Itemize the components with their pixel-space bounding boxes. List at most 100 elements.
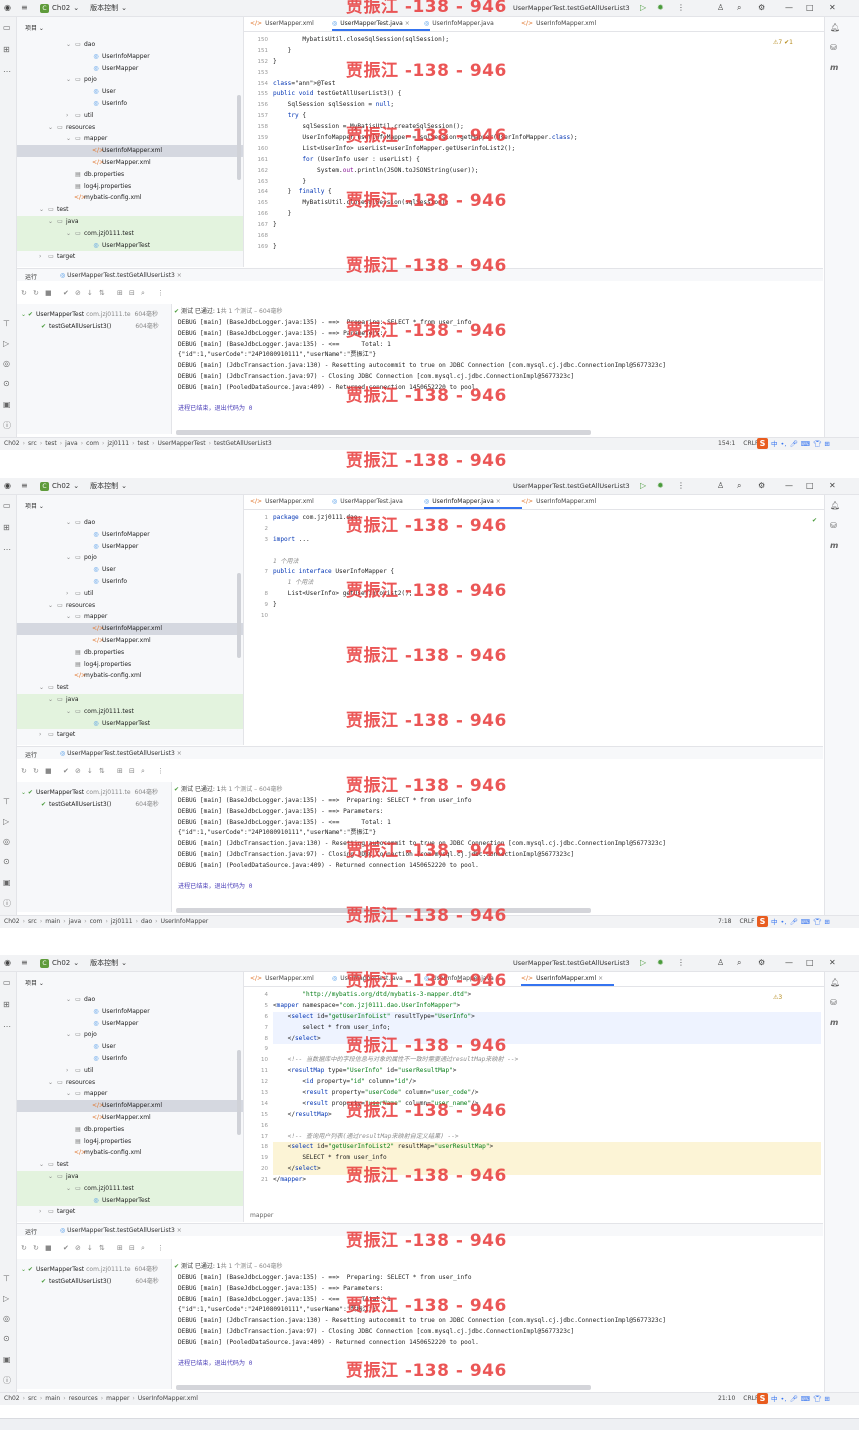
collapse-icon[interactable]: ⊟ (129, 1244, 135, 1252)
tree-node[interactable]: </>mybatis-config.xml (17, 192, 243, 204)
breadcrumb-item[interactable]: jzj0111 (111, 918, 133, 925)
terminal-window-icon[interactable]: ▣ (3, 878, 11, 887)
terminal-icon[interactable]: ⊤ (3, 319, 10, 328)
breadcrumb-item[interactable]: src (28, 1395, 37, 1402)
mic-icon[interactable]: 🎤︎ (789, 918, 797, 926)
scrollbar-thumb[interactable] (237, 95, 241, 180)
sort-duration-icon[interactable]: ⇅ (99, 767, 105, 775)
run-icon[interactable]: ▷ (640, 958, 646, 967)
run-tool-icon[interactable]: ▷ (3, 817, 9, 826)
tree-node[interactable]: ◎ UserInfoMapper (17, 51, 243, 63)
project-switcher[interactable]: C Ch02 ⌄ 版本控制 ⌄ (40, 958, 127, 968)
grid-icon[interactable]: ⊞ (824, 1395, 829, 1403)
tree-node[interactable]: ◎ UserInfo (17, 1053, 243, 1065)
project-header[interactable]: 项目 ⌄ (25, 23, 44, 32)
tree-node[interactable]: ⌄ ▭ test (17, 204, 243, 216)
mic-icon[interactable]: 🎤︎ (789, 1395, 797, 1403)
chinese-mode-icon[interactable]: 中 (771, 1395, 778, 1403)
settings-icon[interactable]: ⚙ (758, 3, 765, 12)
maximize-icon[interactable]: □ (806, 958, 814, 967)
editor-tab[interactable]: </> UserMapper.xml (250, 975, 314, 982)
editor-tab[interactable]: </> UserInfoMapper.xml (521, 498, 596, 505)
more-icon[interactable]: ⋮ (157, 767, 164, 775)
structure-icon[interactable]: ⊞ (3, 1000, 10, 1009)
editor-tab[interactable]: </> UserInfoMapper.xml (521, 20, 596, 27)
notifications-icon[interactable]: 🔔︎ (830, 501, 840, 510)
notifications-icon[interactable]: 🔔︎ (830, 23, 840, 32)
line-separator[interactable]: CRLF (739, 918, 754, 925)
vcs-menu[interactable]: 版本控制 (90, 481, 118, 491)
expand-icon[interactable]: ⊞ (117, 1244, 123, 1252)
stop-icon[interactable]: ■ (45, 1244, 52, 1252)
punctuation-icon[interactable]: •, (781, 918, 787, 926)
project-header[interactable]: 项目 ⌄ (25, 501, 44, 510)
main-menu-icon[interactable]: ≡ (21, 3, 28, 12)
sort-icon[interactable]: ↓ (87, 289, 93, 297)
tree-node[interactable]: ⌄ ▭ java (17, 1170, 243, 1183)
tree-node[interactable]: </>UserMapper.xml (17, 1112, 243, 1124)
breadcrumb-item[interactable]: main (45, 1395, 60, 1402)
breadcrumb-item[interactable]: com (86, 440, 99, 447)
tree-node[interactable]: ◎ UserInfo (17, 576, 243, 588)
test-suite-node[interactable]: ⌄ ✔ UserMapperTest com.jzj0111.te 604毫秒 (21, 309, 158, 318)
tree-node[interactable]: ◎ UserMapper (17, 63, 243, 75)
search-icon[interactable]: ⌕ (141, 767, 145, 776)
maven-icon[interactable]: m (830, 1018, 838, 1027)
run-configuration-selector[interactable]: UserMapperTest.testGetAllUserList3 (513, 959, 630, 967)
run-tool-icon[interactable]: ▷ (3, 339, 9, 348)
tree-node[interactable]: ⌄ ▭ mapper (17, 611, 243, 623)
info-icon[interactable]: ⓘ (3, 1375, 11, 1386)
notifications-icon[interactable]: 🔔︎ (830, 978, 840, 987)
maven-icon[interactable]: m (830, 63, 838, 72)
breadcrumb-item[interactable]: src (28, 918, 37, 925)
breadcrumb-item[interactable]: test (138, 440, 150, 447)
rerun-failed-icon[interactable]: ↻ (33, 1244, 39, 1252)
tree-node[interactable]: › ▭ util (17, 588, 243, 600)
tree-node[interactable]: ▤ db.properties (17, 1124, 243, 1136)
info-icon[interactable]: ⓘ (3, 898, 11, 909)
search-icon[interactable]: ⌕ (141, 1244, 145, 1253)
show-ignored-icon[interactable]: ⊘ (75, 1244, 81, 1252)
tree-node[interactable]: ⌄ ▭ mapper (17, 133, 243, 145)
tree-node[interactable]: ⌄ ▭ com.jzj0111.test (17, 227, 243, 240)
tree-node[interactable]: </>UserMapper.xml (17, 635, 243, 647)
run-tool-icon[interactable]: ▷ (3, 1294, 9, 1303)
punctuation-icon[interactable]: •, (781, 1395, 787, 1403)
breadcrumb-item[interactable]: UserInfoMapper.xml (138, 1395, 198, 1402)
vcs-menu[interactable]: 版本控制 (90, 958, 118, 968)
search-icon[interactable]: ⌕ (737, 481, 741, 491)
settings-icon[interactable]: ⚙ (758, 481, 765, 490)
console-scrollbar[interactable] (176, 430, 591, 435)
terminal-window-icon[interactable]: ▣ (3, 1355, 11, 1364)
tree-node[interactable]: ◎ UserMapperTest (17, 717, 243, 730)
keyboard-icon[interactable]: ⌨ (801, 440, 810, 448)
minimize-icon[interactable]: — (785, 958, 793, 967)
rerun-failed-icon[interactable]: ↻ (33, 767, 39, 775)
debug-icon[interactable]: ✹ (657, 481, 664, 490)
tree-node[interactable]: ▤ db.properties (17, 647, 243, 659)
tree-node[interactable]: ⌄ ▭ com.jzj0111.test (17, 1182, 243, 1195)
main-menu-icon[interactable]: ≡ (21, 481, 28, 490)
rerun-icon[interactable]: ↻ (21, 289, 27, 297)
breadcrumb-item[interactable]: UserMapperTest (157, 440, 205, 447)
services-icon[interactable]: ◎ (3, 359, 10, 368)
caret-position[interactable]: 7:18 (718, 918, 731, 925)
tree-node[interactable]: ⌄ ▭ test (17, 1159, 243, 1171)
close-icon[interactable]: × (175, 1227, 182, 1234)
problems-icon[interactable]: ⊙ (3, 1334, 10, 1343)
tree-node[interactable]: ⌄ ▭ test (17, 682, 243, 694)
terminal-window-icon[interactable]: ▣ (3, 400, 11, 409)
structure-icon[interactable]: ⊞ (3, 523, 10, 532)
keyboard-icon[interactable]: ⌨ (801, 918, 810, 926)
main-menu-icon[interactable]: ≡ (21, 958, 28, 967)
tree-node[interactable]: ◎ UserMapperTest (17, 1194, 243, 1207)
run-configuration-selector[interactable]: UserMapperTest.testGetAllUserList3 (513, 482, 630, 490)
tree-node[interactable]: ▤ log4j.properties (17, 659, 243, 671)
input-method-icon[interactable]: S (757, 1393, 768, 1404)
more-tools-icon[interactable]: ⋯ (3, 67, 11, 76)
project-view-icon[interactable]: ▭ (3, 23, 11, 32)
tree-node[interactable]: ◎ UserMapper (17, 541, 243, 553)
settings-icon[interactable]: ⚙ (758, 958, 765, 967)
tree-node[interactable]: ▤ log4j.properties (17, 1136, 243, 1148)
search-icon[interactable]: ⌕ (737, 3, 741, 13)
